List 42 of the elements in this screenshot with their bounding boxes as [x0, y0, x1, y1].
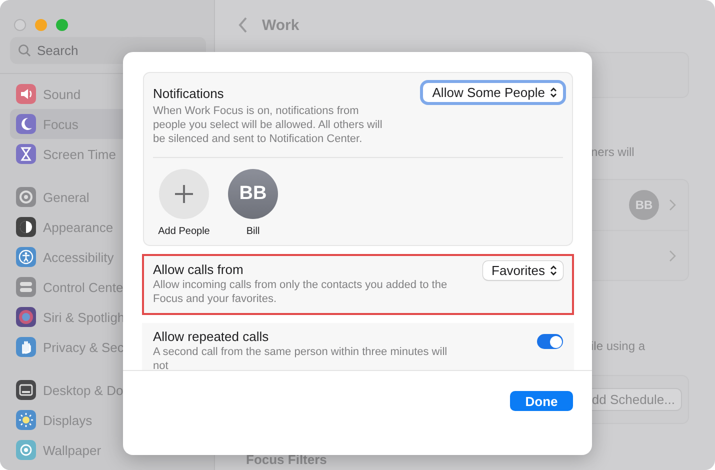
sidebar-item[interactable]: General — [10, 182, 206, 212]
hand-icon — [16, 337, 36, 357]
chevron-icon[interactable] — [669, 199, 676, 211]
zoom-button[interactable] — [56, 19, 68, 31]
sidebar-item[interactable]: Wallpaper — [10, 435, 206, 465]
toggle-switch[interactable] — [537, 334, 563, 349]
description-text: ners will — [591, 145, 636, 161]
person-name: Bill — [246, 226, 260, 237]
updown-arrows-icon — [550, 87, 557, 98]
updown-arrows-icon — [550, 265, 557, 276]
search-icon — [18, 44, 31, 57]
window-title: Work — [262, 16, 300, 34]
plus-icon — [174, 184, 194, 204]
minimize-button[interactable] — [35, 19, 47, 31]
close-button[interactable] — [14, 19, 26, 31]
setting-title: Allow repeated calls — [153, 329, 270, 344]
sun-icon — [16, 410, 36, 430]
accessibility-icon — [16, 247, 36, 267]
chevron-icon[interactable] — [669, 250, 676, 262]
setting-title: Allow calls from — [153, 262, 244, 277]
sound-icon — [16, 84, 36, 104]
description-text: ile using a — [591, 339, 646, 355]
contact-avatar[interactable]: BB — [228, 169, 278, 219]
toggles-icon — [16, 277, 36, 297]
sidebar-item[interactable]: Displays — [10, 405, 206, 435]
gear-icon — [16, 187, 36, 207]
person-name: Add People — [158, 226, 210, 237]
popup-button[interactable]: Allow Some People — [423, 83, 563, 102]
sidebar-item[interactable]: Desktop & Do — [10, 375, 206, 405]
appearance-icon — [16, 217, 36, 237]
done-button[interactable]: Done — [510, 391, 573, 411]
dock-icon — [16, 380, 36, 400]
add-person-button[interactable] — [159, 169, 209, 219]
orb-icon — [16, 307, 36, 327]
flower-icon — [16, 440, 36, 460]
section-title: Focus Filters — [246, 452, 328, 467]
moon-icon — [16, 114, 36, 134]
hourglass-icon — [16, 144, 36, 164]
popup-button[interactable]: Favorites — [482, 261, 563, 280]
back-chevron-icon[interactable] — [238, 17, 248, 33]
setting-description: A second call from the same person within three minutes will not — [153, 345, 448, 370]
section-title: Notifications — [153, 86, 225, 101]
